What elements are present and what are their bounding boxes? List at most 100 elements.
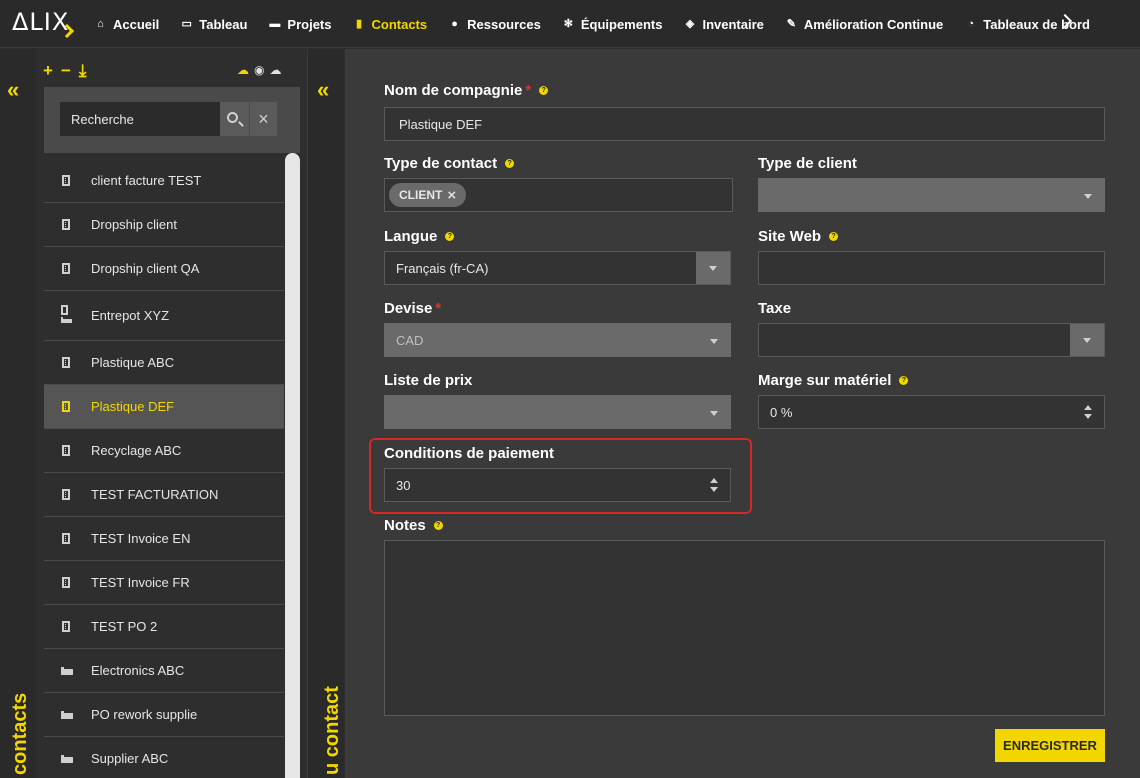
building-icon xyxy=(62,357,70,368)
help-icon[interactable]: ? xyxy=(505,159,515,168)
toggle-icon[interactable]: ◉ xyxy=(254,63,264,77)
website-label-text: Site Web xyxy=(758,228,822,245)
list-item[interactable]: Entrepot XYZ xyxy=(44,291,284,341)
building-icon xyxy=(62,445,70,456)
gauge-icon: ◔ xyxy=(967,17,975,30)
list-item-label: Plastique ABC xyxy=(91,355,175,370)
nav-item-accueil[interactable]: ⌂ Accueil xyxy=(94,17,159,32)
collapse-list-chevron-icon[interactable]: « xyxy=(7,79,19,101)
notes-label-text: Notes xyxy=(384,517,426,534)
client-type-select[interactable] xyxy=(758,178,1105,212)
list-item[interactable]: Plastique ABC xyxy=(44,341,284,385)
contact-icon: ▮ xyxy=(355,17,363,30)
nav-item-label: Projets xyxy=(287,16,332,32)
building-icon xyxy=(62,263,70,274)
help-icon[interactable]: ? xyxy=(433,521,443,530)
collapse-detail-chevron-icon[interactable]: « xyxy=(317,79,329,101)
list-item[interactable]: Electronics ABC xyxy=(44,649,284,693)
nav-item-projets[interactable]: ▬ Projets xyxy=(268,17,331,32)
list-item[interactable]: client facture TEST xyxy=(44,159,284,203)
client-type-label-text: Type de client xyxy=(758,155,857,172)
notes-textarea[interactable] xyxy=(384,540,1105,716)
list-item-label: Recyclage ABC xyxy=(91,443,182,458)
contacts-list-collapse-strip: « contacts xyxy=(0,49,36,778)
nav-item--quipements[interactable]: ✻ Équipements xyxy=(562,17,663,32)
list-item[interactable]: PO rework supplie xyxy=(44,693,284,737)
nav-item-inventaire[interactable]: ◈ Inventaire xyxy=(683,17,764,32)
list-item[interactable]: Plastique DEF xyxy=(44,385,284,429)
nav-item-ressources[interactable]: ● Ressources xyxy=(448,17,541,32)
price-list-label-text: Liste de prix xyxy=(384,372,473,389)
language-select[interactable]: Français (fr-CA) xyxy=(384,251,731,285)
list-item[interactable]: TEST FACTURATION xyxy=(44,473,284,517)
language-dropdown-button[interactable] xyxy=(696,252,730,284)
cloud-download-icon[interactable]: ☁ xyxy=(237,63,249,77)
currency-label: Devise * xyxy=(384,300,441,317)
number-spinner-icon[interactable] xyxy=(1084,405,1092,419)
material-margin-label-text: Marge sur matériel xyxy=(758,372,892,389)
contact-type-label: Type de contact? xyxy=(384,155,515,172)
chevron-down-icon xyxy=(1084,194,1092,199)
payment-terms-input[interactable]: 30 xyxy=(384,468,731,502)
nav-item-tableaux-de-bord[interactable]: ◔ Tableaux de bord xyxy=(964,17,1090,32)
building-icon xyxy=(62,621,70,632)
building-icon xyxy=(62,577,70,588)
nav-item-label: Contacts xyxy=(371,16,428,32)
list-item[interactable]: TEST Invoice FR xyxy=(44,561,284,605)
download-icon[interactable]: ⤓ xyxy=(79,62,87,79)
save-button[interactable]: ENREGISTRER xyxy=(995,729,1105,762)
help-icon[interactable]: ? xyxy=(829,232,839,241)
help-icon[interactable]: ? xyxy=(539,86,549,95)
website-input[interactable] xyxy=(758,251,1105,285)
list-item[interactable]: TEST Invoice EN xyxy=(44,517,284,561)
chevron-down-icon xyxy=(710,339,718,344)
chevron-down-icon xyxy=(1083,338,1091,343)
contact-type-chip: CLIENT × xyxy=(389,183,467,207)
language-label: Langue? xyxy=(384,228,455,245)
list-item-label: TEST FACTURATION xyxy=(91,487,219,502)
nav-item-label: Amélioration Continue xyxy=(803,16,944,32)
nav-item-tableau[interactable]: ▭ Tableau xyxy=(180,17,248,32)
nav-item-contacts[interactable]: ▮ Contacts xyxy=(353,16,428,32)
contact-list: client facture TEST Dropship client Dropsh… xyxy=(44,159,284,778)
list-item-label: Supplier ABC xyxy=(91,751,169,766)
list-item[interactable]: Dropship client xyxy=(44,203,284,247)
list-item-label: Dropship client QA xyxy=(91,261,200,276)
currency-select[interactable]: CAD xyxy=(384,323,731,357)
close-icon: × xyxy=(258,109,269,129)
cloud-upload-icon[interactable]: ☁ xyxy=(269,63,281,77)
price-list-select[interactable] xyxy=(384,395,731,429)
building-icon xyxy=(62,219,70,230)
tax-select[interactable] xyxy=(758,323,1105,357)
search-input[interactable] xyxy=(60,102,220,136)
alix-logo[interactable]: ΔLIX xyxy=(12,8,75,40)
list-item[interactable]: Recyclage ABC xyxy=(44,429,284,473)
company-name-field[interactable]: Plastique DEF xyxy=(384,107,1105,141)
list-toolbar-right: ☁ ◉ ☁ xyxy=(237,63,286,77)
remove-contact-icon[interactable]: − xyxy=(61,62,71,79)
tax-dropdown-button[interactable] xyxy=(1070,324,1104,356)
currency-value: CAD xyxy=(396,332,424,348)
list-scrollbar[interactable] xyxy=(285,153,300,778)
list-item[interactable]: TEST PO 2 xyxy=(44,605,284,649)
chip-remove-icon[interactable]: × xyxy=(447,187,456,204)
notes-label: Notes? xyxy=(384,517,443,534)
building-icon xyxy=(62,401,70,412)
number-spinner-icon[interactable] xyxy=(710,478,718,492)
client-type-label: Type de client xyxy=(758,155,857,172)
search-button[interactable] xyxy=(220,102,249,136)
contact-type-field[interactable]: CLIENT × xyxy=(384,178,733,212)
payment-terms-label: Conditions de paiement xyxy=(384,445,554,462)
required-asterisk: * xyxy=(525,82,532,99)
list-item[interactable]: Dropship client QA xyxy=(44,247,284,291)
list-item-label: client facture TEST xyxy=(91,173,202,188)
nav-item-am-lioration-continue[interactable]: ✎ Amélioration Continue xyxy=(785,16,944,32)
list-scrollbar-thumb[interactable] xyxy=(285,153,300,778)
clear-search-button[interactable]: × xyxy=(250,102,277,136)
help-icon[interactable]: ? xyxy=(899,376,909,385)
help-icon[interactable]: ? xyxy=(445,232,455,241)
list-item[interactable]: Supplier ABC xyxy=(44,737,284,778)
add-contact-icon[interactable]: + xyxy=(43,62,53,79)
tax-label: Taxe xyxy=(758,300,791,317)
material-margin-input[interactable]: 0 % xyxy=(758,395,1105,429)
